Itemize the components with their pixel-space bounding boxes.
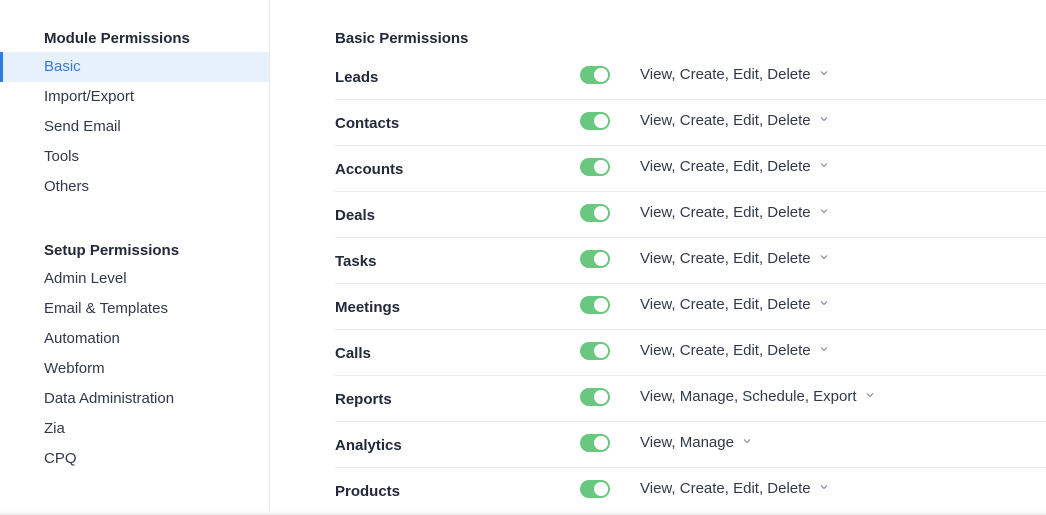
permission-toggle-deals[interactable] <box>580 204 610 222</box>
permissions-page: Module Permissions Basic Import/Export S… <box>0 0 1046 515</box>
permission-toggle-products[interactable] <box>580 480 610 498</box>
sidebar: Module Permissions Basic Import/Export S… <box>0 0 270 515</box>
permission-row-leads: Leads View, Create, Edit, Delete <box>335 54 1046 100</box>
module-name: Deals <box>335 207 376 224</box>
chevron-down-icon <box>820 255 828 260</box>
chevron-down-icon <box>820 485 828 490</box>
permission-row-analytics: Analytics View, Manage <box>335 422 1046 468</box>
access-value: View, Create, Edit, Delete <box>640 296 811 313</box>
access-dropdown[interactable]: View, Create, Edit, Delete <box>640 296 829 313</box>
permission-row-products: Products View, Create, Edit, Delete <box>335 468 1046 514</box>
access-dropdown[interactable]: View, Create, Edit, Delete <box>640 250 829 267</box>
toggle-knob <box>594 252 608 266</box>
access-value: View, Create, Edit, Delete <box>640 480 811 497</box>
permission-row-meetings: Meetings View, Create, Edit, Delete <box>335 284 1046 330</box>
sidebar-item-cpq[interactable]: CPQ <box>0 444 269 474</box>
permission-toggle-calls[interactable] <box>580 342 610 360</box>
access-dropdown[interactable]: View, Create, Edit, Delete <box>640 204 829 221</box>
permission-toggle-analytics[interactable] <box>580 434 610 452</box>
chevron-down-icon <box>866 393 873 398</box>
toggle-knob <box>594 160 608 174</box>
toggle-knob <box>594 436 608 450</box>
access-value: View, Create, Edit, Delete <box>640 204 811 221</box>
sidebar-item-send-email[interactable]: Send Email <box>0 112 269 142</box>
section-title: Basic Permissions <box>335 30 469 47</box>
permission-row-calls: Calls View, Create, Edit, Delete <box>335 330 1046 376</box>
sidebar-item-tools[interactable]: Tools <box>0 142 269 172</box>
chevron-down-icon <box>743 439 751 444</box>
access-value: View, Manage, Schedule, Export <box>640 388 857 405</box>
permission-row-tasks: Tasks View, Create, Edit, Delete <box>335 238 1046 284</box>
toggle-knob <box>594 482 608 496</box>
access-value: View, Create, Edit, Delete <box>640 250 811 267</box>
toggle-knob <box>594 68 608 82</box>
sidebar-item-zia[interactable]: Zia <box>0 414 269 444</box>
chevron-down-icon <box>820 209 828 214</box>
sidebar-item-automation[interactable]: Automation <box>0 324 269 354</box>
module-name: Calls <box>335 345 371 362</box>
setup-permissions-heading: Setup Permissions <box>44 242 180 259</box>
module-permissions-heading: Module Permissions <box>44 30 190 47</box>
access-dropdown[interactable]: View, Create, Edit, Delete <box>640 480 829 497</box>
module-name: Accounts <box>335 161 404 178</box>
toggle-knob <box>594 206 608 220</box>
chevron-down-icon <box>820 117 828 122</box>
main-content: Basic Permissions Leads View, Create, Ed… <box>270 0 1046 515</box>
access-value: View, Create, Edit, Delete <box>640 342 811 359</box>
sidebar-item-import-export[interactable]: Import/Export <box>0 82 269 112</box>
toggle-knob <box>594 344 608 358</box>
permission-row-deals: Deals View, Create, Edit, Delete <box>335 192 1046 238</box>
permission-toggle-leads[interactable] <box>580 66 610 84</box>
chevron-down-icon <box>820 163 828 168</box>
toggle-knob <box>594 114 608 128</box>
access-value: View, Create, Edit, Delete <box>640 158 811 175</box>
module-name: Leads <box>335 69 379 86</box>
permission-row-reports: Reports View, Manage, Schedule, Export <box>335 376 1046 422</box>
module-name: Reports <box>335 391 392 408</box>
permission-toggle-meetings[interactable] <box>580 296 610 314</box>
chevron-down-icon <box>820 347 828 352</box>
access-dropdown[interactable]: View, Create, Edit, Delete <box>640 112 829 129</box>
access-dropdown[interactable]: View, Create, Edit, Delete <box>640 66 829 83</box>
access-dropdown[interactable]: View, Create, Edit, Delete <box>640 342 829 359</box>
sidebar-item-others[interactable]: Others <box>0 172 269 202</box>
access-value: View, Create, Edit, Delete <box>640 112 811 129</box>
toggle-knob <box>594 298 608 312</box>
permission-row-contacts: Contacts View, Create, Edit, Delete <box>335 100 1046 146</box>
access-value: View, Manage <box>640 434 734 451</box>
sidebar-item-webform[interactable]: Webform <box>0 354 269 384</box>
permission-row-accounts: Accounts View, Create, Edit, Delete <box>335 146 1046 192</box>
sidebar-item-data-administration[interactable]: Data Administration <box>0 384 269 414</box>
module-name: Products <box>335 483 401 500</box>
chevron-down-icon <box>820 71 828 76</box>
sidebar-item-admin-level[interactable]: Admin Level <box>0 264 269 294</box>
permission-toggle-contacts[interactable] <box>580 112 610 130</box>
chevron-down-icon <box>820 301 828 306</box>
module-name: Analytics <box>335 437 402 454</box>
toggle-knob <box>594 390 608 404</box>
horizontal-scrollbar[interactable] <box>0 511 1046 515</box>
module-name: Contacts <box>335 115 400 132</box>
sidebar-item-basic[interactable]: Basic <box>0 52 269 82</box>
permission-toggle-tasks[interactable] <box>580 250 610 268</box>
access-dropdown[interactable]: View, Manage <box>640 434 752 451</box>
permission-toggle-reports[interactable] <box>580 388 610 406</box>
access-value: View, Create, Edit, Delete <box>640 66 811 83</box>
permission-toggle-accounts[interactable] <box>580 158 610 176</box>
module-name: Tasks <box>335 253 377 270</box>
access-dropdown[interactable]: View, Create, Edit, Delete <box>640 158 829 175</box>
module-name: Meetings <box>335 299 401 316</box>
sidebar-item-email-templates[interactable]: Email & Templates <box>0 294 269 324</box>
access-dropdown[interactable]: View, Manage, Schedule, Export <box>640 388 875 405</box>
